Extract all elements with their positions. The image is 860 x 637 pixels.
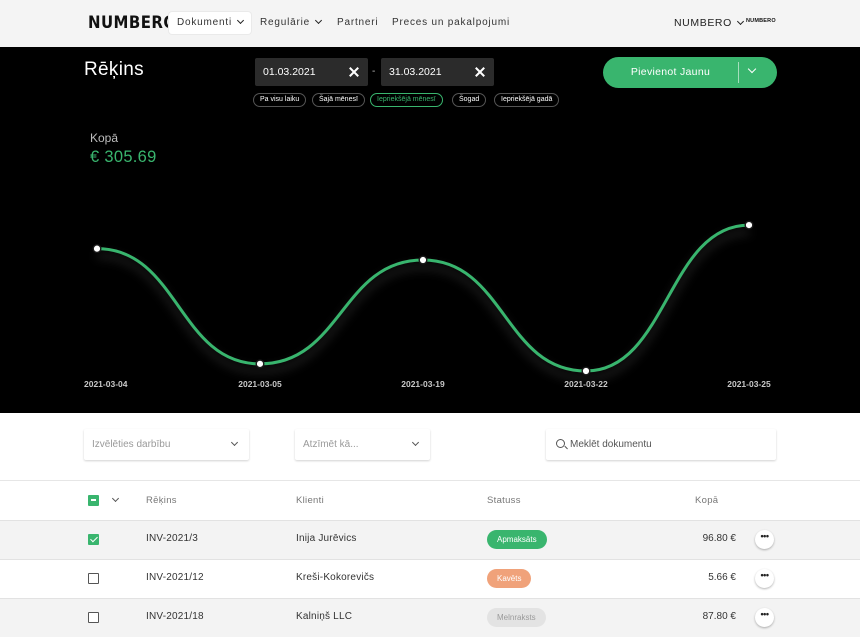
mark-as-placeholder: Atzīmēt kā... <box>303 439 359 450</box>
search-input[interactable] <box>570 429 770 460</box>
mark-as-select[interactable]: Atzīmēt kā... <box>295 429 430 460</box>
x-tick-label: 2021-03-05 <box>238 379 282 389</box>
column-header-status[interactable]: Statuss <box>487 495 521 506</box>
nav-item-label: Regulārie <box>260 17 311 28</box>
chevron-down-icon <box>411 438 420 447</box>
row-checkbox[interactable] <box>88 612 99 623</box>
table-row[interactable]: INV-2021/18 Kalniņš LLC Melnraksts 87.80… <box>0 598 860 637</box>
nav-item-preces[interactable]: Preces un pakalpojumi <box>392 12 510 34</box>
row-checkbox[interactable] <box>88 573 99 584</box>
x-tick-label: 2021-03-25 <box>727 379 771 389</box>
account-menu[interactable]: NUMBERO <box>674 12 744 34</box>
hero-panel: Rēķins 01.03.2021 - 31.03.2021 Pa visu l… <box>0 47 860 413</box>
table-row[interactable]: INV-2021/3 Inija Jurēvics Apmaksāts 96.8… <box>0 520 860 559</box>
account-label: NUMBERO <box>674 17 732 29</box>
nav-item-label: Preces un pakalpojumi <box>392 17 510 28</box>
status-badge: Apmaksāts <box>487 530 547 549</box>
account-logo: NUMBERO <box>746 18 776 24</box>
client-name: Kreši-Kokorevičs <box>296 572 375 583</box>
app-logo[interactable]: NUMBERO <box>88 13 176 33</box>
select-all-checkbox[interactable] <box>88 495 99 506</box>
nav-item-dokumenti[interactable]: Dokumenti <box>169 12 251 34</box>
chevron-down-icon <box>230 438 239 447</box>
row-checkbox[interactable] <box>88 534 99 545</box>
invoice-number[interactable]: INV-2021/18 <box>146 611 204 622</box>
series-line <box>96 223 750 373</box>
action-select[interactable]: Izvēlēties darbību <box>84 429 249 460</box>
nav-item-regularie[interactable]: Regulārie <box>260 12 323 34</box>
data-point-2021-03-19[interactable] <box>418 255 428 265</box>
nav-item-label: Dokumenti <box>177 17 232 28</box>
top-navigation: NUMBERO Dokumenti Regulārie Partneri Pre… <box>0 0 860 47</box>
column-header-client[interactable]: Klienti <box>296 495 324 506</box>
status-badge: Melnraksts <box>487 608 546 627</box>
table-row[interactable]: INV-2021/12 Kreši-Kokorevičs Kavēts 5.66… <box>0 559 860 598</box>
x-tick-label: 2021-03-22 <box>564 379 608 389</box>
more-actions-button[interactable]: ••• <box>755 569 774 588</box>
status-badge: Kavēts <box>487 569 532 588</box>
revenue-line-chart: 2021-03-04 2021-03-05 2021-03-19 2021-03-22… <box>84 220 771 389</box>
x-tick-label: 2021-03-19 <box>401 379 445 389</box>
x-tick-label: 2021-03-04 <box>84 379 128 389</box>
chevron-down-icon <box>236 16 245 25</box>
client-name: Kalniņš LLC <box>296 611 353 622</box>
column-header-total[interactable]: Kopā <box>695 495 718 506</box>
row-amount: 96.80 € <box>702 533 736 544</box>
chevron-down-icon <box>314 16 323 25</box>
search-box[interactable] <box>546 429 776 460</box>
client-name: Inija Jurēvics <box>296 533 357 544</box>
column-header-invoice[interactable]: Rēķins <box>146 495 177 506</box>
data-point-2021-03-05[interactable] <box>255 359 265 369</box>
invoice-number[interactable]: INV-2021/12 <box>146 572 204 583</box>
search-icon <box>556 439 565 448</box>
action-select-placeholder: Izvēlēties darbību <box>92 439 171 450</box>
chevron-down-icon[interactable] <box>111 494 120 503</box>
table-header: Rēķins Klienti Statuss Kopā <box>0 480 860 520</box>
data-point-2021-03-04[interactable] <box>92 244 102 254</box>
data-point-2021-03-22[interactable] <box>581 366 591 376</box>
nav-item-label: Partneri <box>337 17 379 28</box>
more-actions-button[interactable]: ••• <box>755 530 774 549</box>
row-amount: 5.66 € <box>708 572 736 583</box>
more-actions-button[interactable]: ••• <box>755 608 774 627</box>
invoice-number[interactable]: INV-2021/3 <box>146 533 198 544</box>
row-amount: 87.80 € <box>702 611 736 622</box>
chevron-down-icon <box>736 17 744 26</box>
data-point-2021-03-25[interactable] <box>744 220 754 230</box>
nav-item-partneri[interactable]: Partneri <box>337 12 378 34</box>
